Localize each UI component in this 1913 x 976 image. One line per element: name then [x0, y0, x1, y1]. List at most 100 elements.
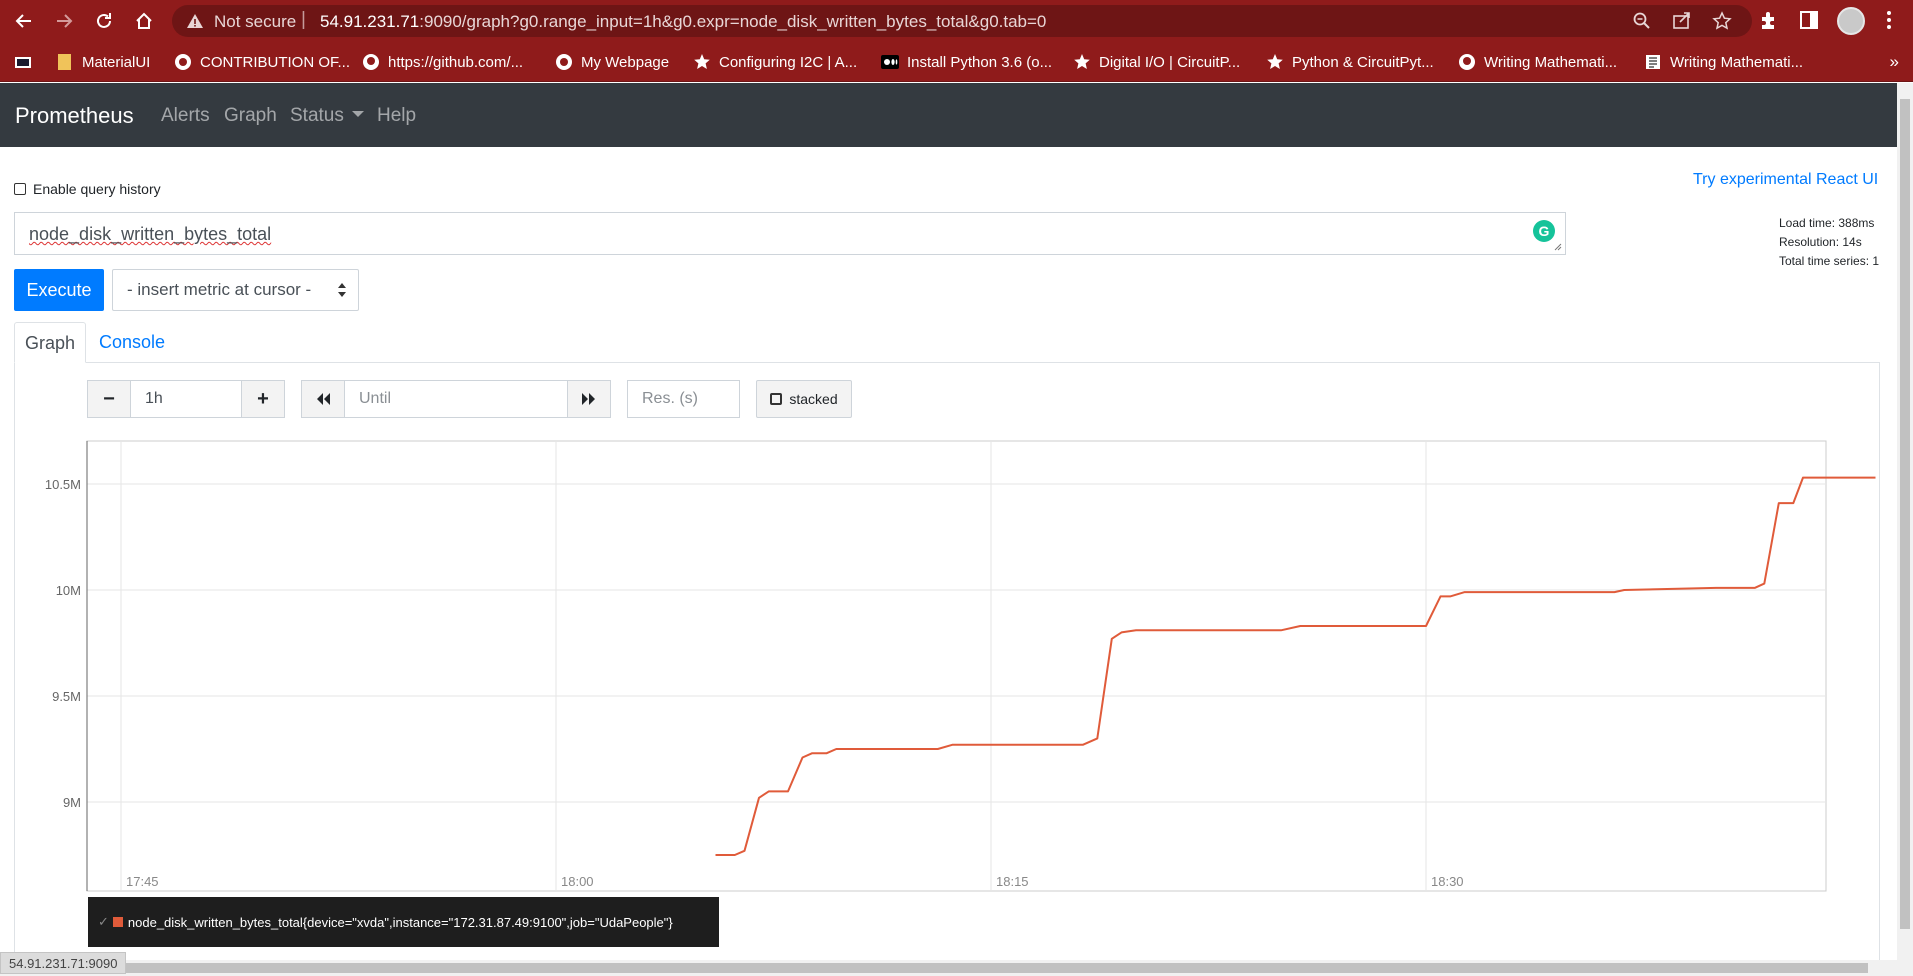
url-text[interactable]: 54.91.231.71:9090/graph?g0.range_input=1…	[320, 12, 1046, 32]
brand-link[interactable]: Prometheus	[15, 103, 134, 129]
bookmark-label: Install Python 3.6 (o...	[907, 53, 1053, 71]
resolution-input[interactable]: Res. (s)	[627, 380, 740, 418]
address-bar[interactable]: Not secure | 54.91.231.71:9090/graph?g0.…	[172, 5, 1752, 37]
tab-console[interactable]: Console	[99, 332, 165, 353]
github-icon	[1458, 53, 1476, 71]
load-time: Load time: 388ms	[1779, 216, 1875, 230]
series-label[interactable]: node_disk_written_bytes_total{device="xv…	[128, 915, 673, 930]
bookmark-star-icon[interactable]	[1712, 11, 1732, 31]
bookmark-label: Digital I/O | CircuitP...	[1099, 53, 1241, 71]
expression-text: node_disk_written_bytes_total	[29, 224, 272, 244]
omnibox-separator: |	[301, 9, 306, 30]
bookmark-item[interactable]: Writing Mathemati...	[1458, 51, 1617, 73]
chevron-down-icon	[351, 111, 364, 117]
folder-icon	[56, 53, 74, 71]
metric-select-label: - insert metric at cursor -	[127, 280, 312, 299]
plot-area	[86, 440, 1827, 892]
horizontal-scroll-thumb[interactable]	[8, 963, 1868, 973]
range-increase-button[interactable]: +	[241, 380, 285, 418]
total-series: Total time series: 1	[1779, 254, 1880, 268]
graph-legend: ✓ node_disk_written_bytes_total{device="…	[88, 897, 719, 947]
share-icon[interactable]	[1672, 11, 1692, 31]
x-tick-label: 18:30	[1431, 874, 1464, 889]
grammarly-icon[interactable]: G	[1533, 220, 1555, 242]
browser-menu-icon[interactable]	[1878, 9, 1900, 31]
horizontal-scrollbar[interactable]	[0, 960, 1897, 976]
bookmark-label: https://github.com/...	[388, 53, 524, 71]
bookmark-label: CONTRIBUTION OF...	[200, 53, 350, 71]
nav-alerts[interactable]: Alerts	[161, 105, 210, 127]
check-icon[interactable]: ✓	[98, 914, 109, 930]
status-bar-url: 54.91.231.71:9090	[0, 952, 127, 974]
profile-avatar[interactable]	[1837, 7, 1865, 35]
bookmark-item[interactable]: https://github.com/...	[362, 51, 523, 73]
bookmark-item[interactable]: Digital I/O | CircuitP...	[1073, 51, 1240, 73]
expression-input[interactable]: node_disk_written_bytes_total G	[14, 212, 1566, 255]
tab-graph[interactable]: Graph	[14, 322, 86, 363]
select-arrows-icon	[338, 283, 346, 297]
x-tick-label: 18:00	[561, 874, 594, 889]
metric-select[interactable]: - insert metric at cursor -	[112, 269, 359, 311]
vertical-scrollbar[interactable]	[1897, 83, 1913, 976]
bookmark-label: Configuring I2C | A...	[719, 53, 858, 71]
bookmark-label: MaterialUI	[82, 53, 151, 71]
url-path: :9090/graph?g0.range_input=1h&g0.expr=no…	[419, 12, 1047, 31]
medium-icon	[881, 53, 899, 71]
bookmark-item[interactable]: MaterialUI	[56, 51, 150, 73]
bookmark-label: Python & CircuitPyt...	[1292, 53, 1434, 71]
vertical-scroll-thumb[interactable]	[1900, 99, 1910, 929]
time-back-button[interactable]	[301, 380, 345, 418]
series-color-swatch	[112, 917, 123, 927]
nav-graph[interactable]: Graph	[224, 105, 277, 127]
bookmark-item[interactable]: CONTRIBUTION OF...	[174, 51, 350, 73]
warning-icon[interactable]	[186, 12, 204, 30]
query-stats: Load time: 388ms Resolution: 14s Total t…	[1779, 214, 1879, 271]
metric-graph[interactable]: 17:45 18:00 18:15 18:30 9M 9.5M 10M 10.5M	[0, 430, 1897, 896]
star-badge-icon	[1266, 53, 1284, 71]
x-tick-label: 17:45	[126, 874, 159, 889]
query-history-toggle[interactable]: Enable query history	[14, 181, 161, 197]
extensions-icon[interactable]	[1758, 9, 1780, 31]
checkbox	[770, 393, 783, 405]
apps-icon[interactable]	[14, 51, 40, 73]
stacked-toggle[interactable]: stacked	[756, 380, 852, 418]
stacked-label: stacked	[789, 391, 838, 407]
bookmark-item[interactable]: Install Python 3.6 (o...	[881, 51, 1052, 73]
resize-handle-icon[interactable]	[1552, 241, 1562, 251]
star-badge-icon	[693, 53, 711, 71]
y-tick-label: 9.5M	[52, 689, 81, 704]
not-secure-label[interactable]: Not secure	[214, 12, 296, 32]
range-input[interactable]: 1h	[130, 380, 242, 418]
bookmark-label: My Webpage	[581, 53, 670, 71]
forward-icon[interactable]	[50, 7, 78, 35]
url-host: 54.91.231.71	[320, 12, 420, 31]
nav-status-label: Status	[290, 105, 344, 126]
bookmarks-bar: MaterialUI CONTRIBUTION OF... https://gi…	[0, 42, 1913, 82]
nav-status[interactable]: Status	[290, 105, 364, 127]
execute-button[interactable]: Execute	[14, 269, 104, 311]
bookmark-label: Writing Mathemati...	[1484, 53, 1618, 71]
star-badge-icon	[1073, 53, 1091, 71]
browser-toolbar: Not secure | 54.91.231.71:9090/graph?g0.…	[0, 0, 1913, 42]
bookmark-item[interactable]: Writing Mathemati...	[1644, 51, 1803, 73]
nav-help[interactable]: Help	[377, 105, 416, 127]
bookmark-item[interactable]: My Webpage	[555, 51, 669, 73]
globe-icon	[555, 53, 573, 71]
react-ui-link[interactable]: Try experimental React UI	[1693, 171, 1878, 189]
x-tick-label: 18:15	[996, 874, 1029, 889]
y-tick-label: 10M	[56, 583, 81, 598]
side-panel-icon[interactable]	[1798, 9, 1820, 31]
time-forward-button[interactable]	[567, 380, 611, 418]
range-decrease-button[interactable]: −	[87, 380, 131, 418]
reload-icon[interactable]	[90, 7, 118, 35]
double-left-icon	[317, 393, 330, 405]
back-icon[interactable]	[10, 7, 38, 35]
bookmark-item[interactable]: Python & CircuitPyt...	[1266, 51, 1434, 73]
zoom-icon[interactable]	[1632, 11, 1652, 31]
globe-icon	[174, 53, 192, 71]
bookmarks-overflow-icon[interactable]: »	[1890, 52, 1899, 72]
until-input[interactable]: Until	[344, 380, 568, 418]
bookmark-item[interactable]: Configuring I2C | A...	[693, 51, 857, 73]
checkbox[interactable]	[14, 183, 26, 195]
home-icon[interactable]	[130, 7, 158, 35]
